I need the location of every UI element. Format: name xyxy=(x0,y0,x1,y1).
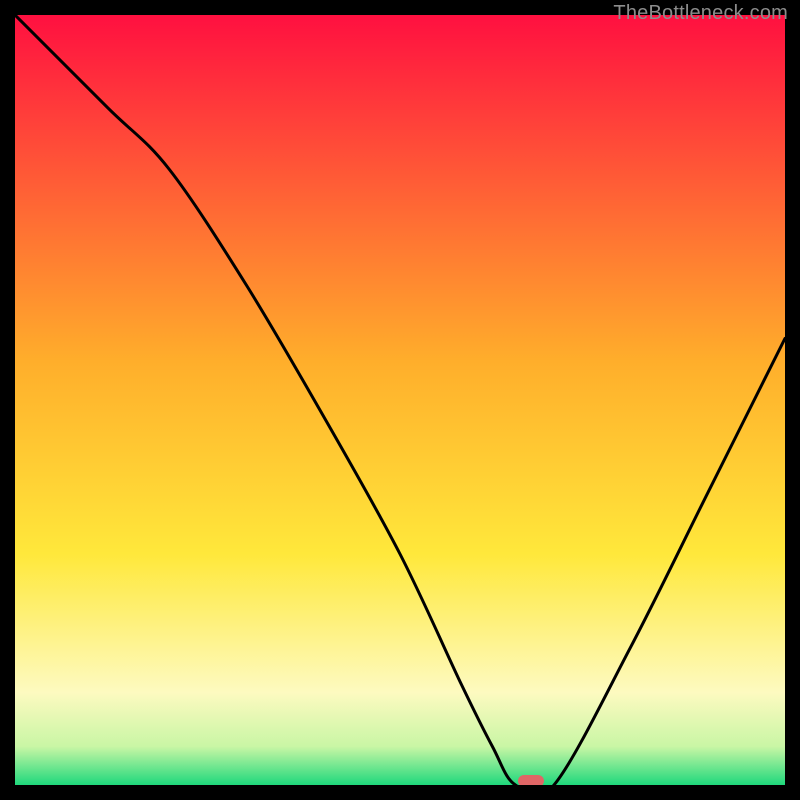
chart-frame: TheBottleneck.com xyxy=(0,0,800,800)
plot-area xyxy=(15,15,785,785)
optimal-point-marker xyxy=(518,775,544,785)
watermark-text: TheBottleneck.com xyxy=(613,2,788,25)
bottleneck-curve xyxy=(15,15,785,785)
